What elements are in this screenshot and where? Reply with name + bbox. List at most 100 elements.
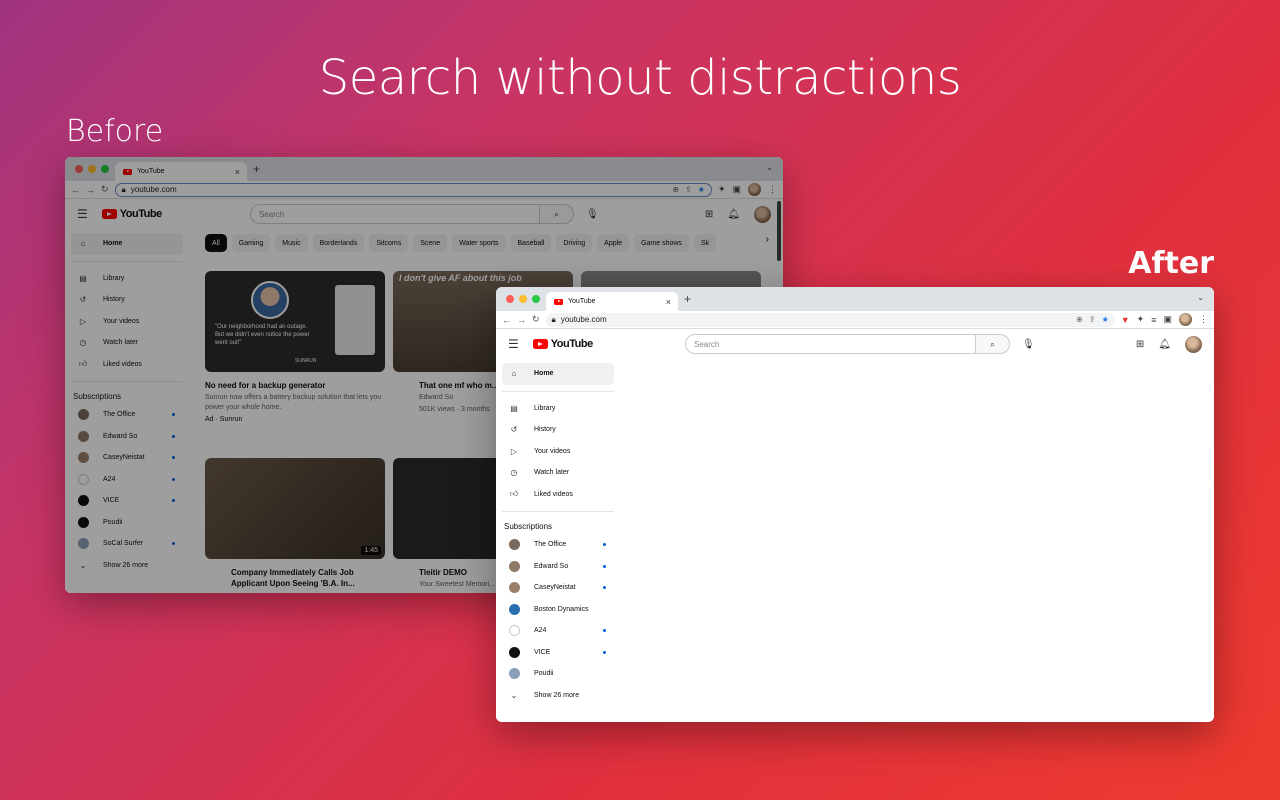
bookmark-star-icon[interactable]: ★ [1102,315,1109,324]
subscription-item[interactable]: CaseyNeistat [71,447,183,469]
sidebar-item-liked-videos[interactable]: 👍︎ Liked videos [502,484,614,506]
bookmark-star-icon[interactable]: ★ [698,185,705,194]
subscription-item[interactable]: Edward So [71,426,183,448]
chip-baseball[interactable]: Baseball [510,234,552,252]
back-icon[interactable]: ← [502,315,511,325]
sidebar-item-your-videos[interactable]: ▷ Your videos [71,311,183,333]
search-button[interactable]: ⌕ [976,334,1010,354]
hamburger-menu-icon[interactable]: ☰ [508,337,519,351]
sidebar-item-history[interactable]: ↺ History [502,419,614,441]
sidebar-item-home[interactable]: ⌂ Home [502,363,614,385]
sidebar-item-home[interactable]: ⌂ Home [71,233,183,255]
chip-gaming[interactable]: Gaming [231,234,271,252]
microphone-icon[interactable]: 🎙︎ [586,209,599,220]
extensions-icon[interactable]: ✦ [1137,314,1145,325]
subscription-item[interactable]: Poudii [502,663,614,685]
subscription-item[interactable]: SoCal Surfer [71,533,183,555]
sidebar-item-library[interactable]: ▤ Library [502,398,614,420]
sidebar-item-your-videos[interactable]: ▷ Your videos [502,441,614,463]
video-thumbnail[interactable]: "Our neighborhood had an outage. But we … [205,271,385,372]
browser-tab[interactable]: YouTube × [115,162,247,181]
notifications-bell-icon[interactable]: 🔔︎ [727,209,740,220]
search-button[interactable]: ⌕ [540,204,574,224]
address-bar[interactable]: 🔒︎ youtube.com ⊕ ⇪ ★ [545,312,1115,327]
ad-label[interactable]: Ad · Sunrun [205,415,385,425]
sidebar-item-watch-later[interactable]: ◷ Watch later [502,462,614,484]
youtube-logo[interactable]: YouTube [532,338,593,350]
search-input[interactable]: Search [685,334,976,354]
account-avatar[interactable] [754,206,771,223]
chip-music[interactable]: Music [275,234,308,252]
chip-all[interactable]: All [205,234,227,252]
chip-sitcoms[interactable]: Sitcoms [369,234,409,252]
chip-sk[interactable]: Sk [693,234,717,252]
window-controls[interactable] [506,295,540,303]
side-panel-icon[interactable]: ▣ [1163,314,1172,325]
menu-icon[interactable]: ⋮ [768,184,777,195]
subscription-item[interactable]: Edward So [502,556,614,578]
account-avatar[interactable] [1185,336,1202,353]
tab-search-chevron-icon[interactable]: ⌄ [1197,293,1204,302]
close-tab-icon[interactable]: × [235,167,240,177]
video-thumbnail[interactable]: 1:45 [205,458,385,559]
subscription-item[interactable]: Poudii [71,512,183,534]
new-tab-button[interactable]: + [253,162,260,176]
video-title[interactable]: No need for a backup generator [205,380,385,391]
hamburger-menu-icon[interactable]: ☰ [77,207,88,221]
create-video-icon[interactable]: ⊞ [1136,339,1144,350]
reload-icon[interactable]: ↻ [101,184,109,195]
back-icon[interactable]: ← [71,185,80,195]
subscription-item[interactable]: A24 [502,620,614,642]
install-icon[interactable]: ⊕ [1076,315,1083,324]
sidebar-item-watch-later[interactable]: ◷ Watch later [71,332,183,354]
chip-scene[interactable]: Scene [413,234,448,252]
chip-game-shows[interactable]: Game shows [634,234,689,252]
address-bar[interactable]: 🔒︎ youtube.com ⊕ ⇪ ★ [114,182,712,197]
tab-search-chevron-icon[interactable]: ⌄ [766,163,773,172]
install-icon[interactable]: ⊕ [672,185,679,194]
subscription-item[interactable]: The Office [71,404,183,426]
microphone-icon[interactable]: 🎙︎ [1022,339,1035,350]
extensions-icon[interactable]: ✦ [718,184,726,195]
notifications-bell-icon[interactable]: 🔔︎ [1158,339,1171,350]
video-title[interactable]: Company Immediately Calls Job Applicant … [205,567,385,589]
chip-borderlands[interactable]: Borderlands [312,234,365,252]
show-more-button[interactable]: ⌄ Show 26 more [71,555,183,577]
menu-icon[interactable]: ⋮ [1199,314,1208,325]
subscription-item[interactable]: The Office [502,534,614,556]
create-video-icon[interactable]: ⊞ [705,209,713,220]
chevron-right-icon[interactable]: › [762,234,773,252]
subscription-item[interactable]: Boston Dynamics [502,599,614,621]
side-panel-icon[interactable]: ▣ [732,184,741,195]
scrollbar[interactable] [777,201,781,261]
sidebar-item-liked-videos[interactable]: 👍︎ Liked videos [71,354,183,376]
subscription-item[interactable]: VICE [502,642,614,664]
reload-icon[interactable]: ↻ [532,314,540,325]
profile-avatar[interactable] [1179,313,1192,326]
video-card[interactable]: "Our neighborhood had an outage. But we … [205,271,385,425]
browser-tab[interactable]: YouTube × [546,292,678,311]
chip-water-sports[interactable]: Water sports [452,234,506,252]
reading-list-icon[interactable]: ≡ [1151,315,1156,325]
share-icon[interactable]: ⇪ [1089,315,1096,324]
forward-icon[interactable]: → [86,185,95,195]
subscription-item[interactable]: CaseyNeistat [502,577,614,599]
share-icon[interactable]: ⇪ [685,185,692,194]
youtube-logo[interactable]: YouTube [101,208,162,220]
forward-icon[interactable]: → [517,315,526,325]
search-input[interactable]: Search [250,204,540,224]
chip-driving[interactable]: Driving [556,234,593,252]
profile-avatar[interactable] [748,183,761,196]
close-tab-icon[interactable]: × [666,297,671,307]
show-more-button[interactable]: ⌄ Show 26 more [502,685,614,707]
search-icon: ⌕ [989,338,996,349]
sidebar-item-history[interactable]: ↺ History [71,289,183,311]
window-controls[interactable] [75,165,109,173]
chip-apple[interactable]: Apple [597,234,630,252]
subscription-item[interactable]: VICE [71,490,183,512]
sidebar-item-library[interactable]: ▤ Library [71,268,183,290]
subscription-item[interactable]: A24 [71,469,183,491]
video-card[interactable]: 1:45 Company Immediately Calls Job Appli… [205,458,385,589]
extension-logo-icon[interactable]: ▼ [1121,315,1130,325]
new-tab-button[interactable]: + [684,292,691,306]
